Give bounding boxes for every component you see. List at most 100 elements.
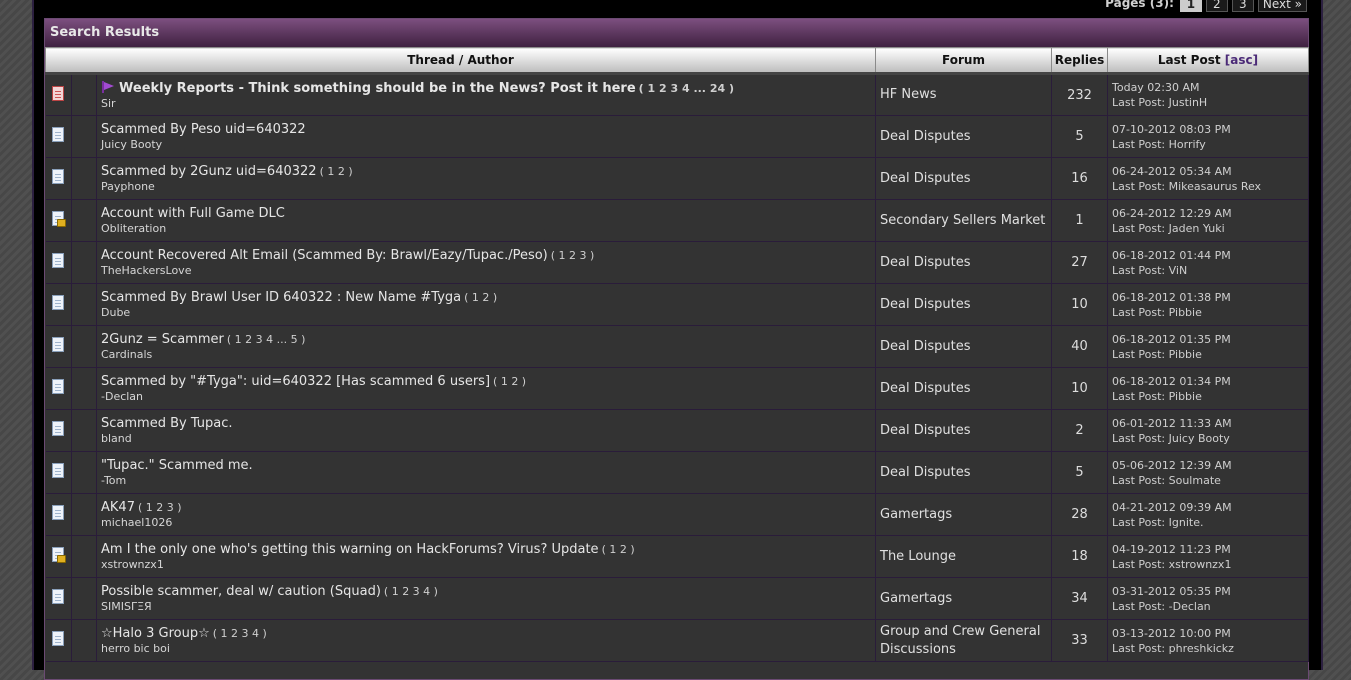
column-header-thread[interactable]: Thread / Author xyxy=(45,47,876,75)
column-header-forum[interactable]: Forum xyxy=(875,47,1052,75)
forum-link[interactable]: Secondary Sellers Market xyxy=(880,212,1051,230)
replies-count[interactable]: 10 xyxy=(1051,283,1108,326)
replies-count[interactable]: 16 xyxy=(1051,157,1108,200)
thread-title-link[interactable]: AK47 xyxy=(101,500,135,515)
last-post-user[interactable]: Last Post: Mikeasaurus Rex xyxy=(1112,179,1308,194)
page-2-link[interactable]: 2 xyxy=(1205,0,1228,12)
thread-pages[interactable]: ( 1 2 3 4 ... 5 ) xyxy=(227,333,306,346)
thread-title-link[interactable]: Scammed By Brawl User ID 640322 : New Na… xyxy=(101,290,461,305)
last-post-date[interactable]: 06-18-2012 01:34 PM xyxy=(1112,374,1308,389)
thread-pages[interactable]: ( 1 2 3 ) xyxy=(138,501,182,514)
page-1-link[interactable]: 1 xyxy=(1179,0,1202,12)
forum-link[interactable]: HF News xyxy=(880,86,1051,104)
last-post-date[interactable]: 06-18-2012 01:44 PM xyxy=(1112,248,1308,263)
last-post-date[interactable]: 04-19-2012 11:23 PM xyxy=(1112,542,1308,557)
thread-author-link[interactable]: herro bic boi xyxy=(101,642,875,656)
forum-link[interactable]: Deal Disputes xyxy=(880,170,1051,188)
last-post-user[interactable]: Last Post: ViN xyxy=(1112,263,1308,278)
forum-link[interactable]: Deal Disputes xyxy=(880,338,1051,356)
last-post-date[interactable]: 04-21-2012 09:39 AM xyxy=(1112,500,1308,515)
replies-count[interactable]: 40 xyxy=(1051,325,1108,368)
last-post-user[interactable]: Last Post: Pibbie xyxy=(1112,305,1308,320)
forum-link[interactable]: The Lounge xyxy=(880,548,1051,566)
thread-pages[interactable]: ( 1 2 ) xyxy=(320,165,353,178)
forum-link[interactable]: Deal Disputes xyxy=(880,128,1051,146)
replies-count[interactable]: 10 xyxy=(1051,367,1108,410)
last-post-user[interactable]: Last Post: phreshkickz xyxy=(1112,641,1308,656)
last-post-date[interactable]: 03-31-2012 05:35 PM xyxy=(1112,584,1308,599)
thread-title-link[interactable]: Scammed by 2Gunz uid=640322 xyxy=(101,164,317,179)
thread-author-link[interactable]: bland xyxy=(101,432,875,446)
sort-asc-link[interactable]: [asc] xyxy=(1225,53,1258,67)
last-post-user[interactable]: Last Post: Juicy Booty xyxy=(1112,431,1308,446)
replies-count[interactable]: 2 xyxy=(1051,409,1108,452)
last-post-date[interactable]: 06-24-2012 05:34 AM xyxy=(1112,164,1308,179)
thread-title-link[interactable]: Weekly Reports - Think something should … xyxy=(119,81,636,96)
replies-count[interactable]: 1 xyxy=(1051,199,1108,242)
last-post-date[interactable]: 06-01-2012 11:33 AM xyxy=(1112,416,1308,431)
forum-link[interactable]: Deal Disputes xyxy=(880,296,1051,314)
thread-author-link[interactable]: Cardinals xyxy=(101,348,875,362)
last-post-date[interactable]: 03-13-2012 10:00 PM xyxy=(1112,626,1308,641)
replies-count[interactable]: 232 xyxy=(1051,73,1108,116)
thread-author-link[interactable]: -Declan xyxy=(101,390,875,404)
last-post-user[interactable]: Last Post: Pibbie xyxy=(1112,347,1308,362)
forum-link[interactable]: Deal Disputes xyxy=(880,422,1051,440)
last-post-user[interactable]: Last Post: -Declan xyxy=(1112,599,1308,614)
thread-title-link[interactable]: Account with Full Game DLC xyxy=(101,206,285,221)
replies-count[interactable]: 33 xyxy=(1051,619,1108,662)
last-post-user[interactable]: Last Post: xstrownzx1 xyxy=(1112,557,1308,572)
last-post-user[interactable]: Last Post: Horrify xyxy=(1112,137,1308,152)
thread-pages[interactable]: ( 1 2 ) xyxy=(602,543,635,556)
thread-author-link[interactable]: SIΜISΓΞЯ xyxy=(101,600,875,614)
thread-title-link[interactable]: "Tupac." Scammed me. xyxy=(101,458,253,473)
last-post-date[interactable]: 06-18-2012 01:35 PM xyxy=(1112,332,1308,347)
thread-author-link[interactable]: Juicy Booty xyxy=(101,138,875,152)
forum-link[interactable]: Deal Disputes xyxy=(880,254,1051,272)
thread-author-link[interactable]: -Tom xyxy=(101,474,875,488)
thread-author-link[interactable]: Obliteration xyxy=(101,222,875,236)
forum-link[interactable]: Gamertags xyxy=(880,506,1051,524)
column-header-last-post[interactable]: Last Post [asc] xyxy=(1107,47,1309,75)
thread-title-link[interactable]: Am I the only one who's getting this war… xyxy=(101,542,599,557)
thread-title-link[interactable]: Account Recovered Alt Email (Scammed By:… xyxy=(101,248,548,263)
last-post-date[interactable]: 05-06-2012 12:39 AM xyxy=(1112,458,1308,473)
thread-title-link[interactable]: Scammed By Tupac. xyxy=(101,416,233,431)
column-header-replies[interactable]: Replies xyxy=(1051,47,1108,75)
last-post-date[interactable]: 06-24-2012 12:29 AM xyxy=(1112,206,1308,221)
thread-title-link[interactable]: Possible scammer, deal w/ caution (Squad… xyxy=(101,584,381,599)
forum-link[interactable]: Gamertags xyxy=(880,590,1051,608)
last-post-date[interactable]: 06-18-2012 01:38 PM xyxy=(1112,290,1308,305)
thread-author-link[interactable]: TheHackersLove xyxy=(101,264,875,278)
replies-count[interactable]: 28 xyxy=(1051,493,1108,536)
thread-author-link[interactable]: Payphone xyxy=(101,180,875,194)
thread-title-link[interactable]: Scammed by "#Tyga": uid=640322 [Has scam… xyxy=(101,374,490,389)
forum-link[interactable]: Group and Crew General Discussions xyxy=(880,623,1051,659)
thread-author-link[interactable]: michael1026 xyxy=(101,516,875,530)
replies-count[interactable]: 27 xyxy=(1051,241,1108,284)
last-post-user[interactable]: Last Post: JustinH xyxy=(1112,95,1308,110)
thread-title-link[interactable]: ☆Halo 3 Group☆ xyxy=(101,626,210,641)
thread-pages[interactable]: ( 1 2 3 4 ... 24 ) xyxy=(639,82,734,95)
thread-title-link[interactable]: Scammed By Peso uid=640322 xyxy=(101,122,306,137)
replies-count[interactable]: 5 xyxy=(1051,451,1108,494)
last-post-date[interactable]: Today 02:30 AM xyxy=(1112,80,1308,95)
thread-author-link[interactable]: Dube xyxy=(101,306,875,320)
thread-pages[interactable]: ( 1 2 ) xyxy=(493,375,526,388)
thread-author-link[interactable]: xstrownzx1 xyxy=(101,558,875,572)
thread-pages[interactable]: ( 1 2 3 4 ) xyxy=(384,585,438,598)
forum-link[interactable]: Deal Disputes xyxy=(880,464,1051,482)
replies-count[interactable]: 34 xyxy=(1051,577,1108,620)
last-post-user[interactable]: Last Post: Ignite. xyxy=(1112,515,1308,530)
thread-author-link[interactable]: Sir xyxy=(101,97,875,111)
last-post-user[interactable]: Last Post: Pibbie xyxy=(1112,389,1308,404)
thread-pages[interactable]: ( 1 2 ) xyxy=(464,291,497,304)
thread-pages[interactable]: ( 1 2 3 ) xyxy=(551,249,595,262)
replies-count[interactable]: 18 xyxy=(1051,535,1108,578)
last-post-date[interactable]: 07-10-2012 08:03 PM xyxy=(1112,122,1308,137)
next-page-link[interactable]: Next » xyxy=(1257,0,1307,12)
last-post-user[interactable]: Last Post: Soulmate xyxy=(1112,473,1308,488)
last-post-user[interactable]: Last Post: Jaden Yuki xyxy=(1112,221,1308,236)
thread-title-link[interactable]: 2Gunz = Scammer xyxy=(101,332,224,347)
forum-link[interactable]: Deal Disputes xyxy=(880,380,1051,398)
